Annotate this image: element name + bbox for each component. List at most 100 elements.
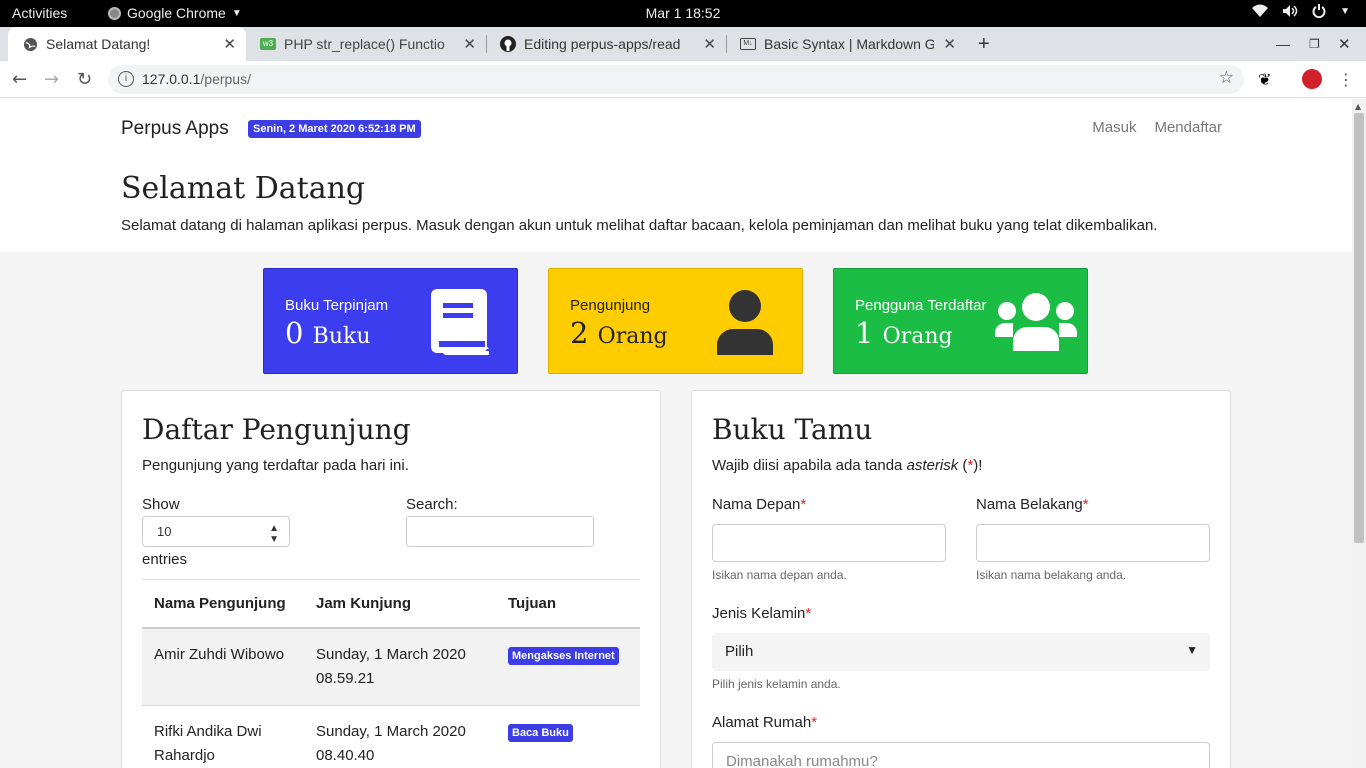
tab-editing-perpus-apps[interactable]: Editing perpus-apps/read ✕	[486, 27, 726, 61]
star-icon[interactable]: ☆	[1219, 68, 1234, 88]
brand[interactable]: Perpus Apps	[121, 118, 229, 140]
last-name-help: Isikan nama belakang anda.	[976, 568, 1127, 582]
github-icon	[500, 36, 516, 52]
last-name-label: Nama Belakang*	[976, 496, 1089, 513]
url-input[interactable]: i 127.0.0.1/perpus/ ☆	[108, 65, 1244, 94]
address-bar-row: ← → ↻ i 127.0.0.1/perpus/ ☆ ❦ ⋮	[0, 61, 1366, 98]
visit-time: 08.40.40	[316, 747, 375, 764]
stat-unit: Orang	[882, 324, 953, 349]
close-icon[interactable]: ✕	[943, 35, 956, 53]
chrome-menu-icon[interactable]: ⋮	[1338, 70, 1354, 89]
nav-links: Masuk Mendaftar	[1092, 119, 1222, 136]
stat-card-visitors: Pengunjung 2 Orang	[548, 268, 803, 374]
scroll-up-icon[interactable]: ▲	[1355, 102, 1361, 111]
visit-date: Sunday, 1 March 2020	[316, 723, 466, 740]
login-link[interactable]: Masuk	[1092, 119, 1136, 136]
first-name-field[interactable]	[712, 524, 946, 562]
guestbook-title: Buku Tamu	[712, 413, 873, 446]
register-link[interactable]: Mendaftar	[1154, 119, 1222, 136]
purpose-badge: Mengakses Internet	[508, 647, 619, 665]
date-badge: Senin, 2 Maret 2020 6:52:18 PM	[248, 120, 421, 138]
purpose-badge: Baca Buku	[508, 724, 573, 742]
table-header: Nama Pengunjung Jam Kunjung Tujuan	[142, 580, 640, 629]
stat-unit: Buku	[312, 324, 371, 349]
first-name-label: Nama Depan*	[712, 496, 807, 513]
visitors-table: Nama Pengunjung Jam Kunjung Tujuan Amir …	[142, 579, 640, 768]
gender-select[interactable]: Pilih ▼	[712, 633, 1210, 671]
close-icon[interactable]: ✕	[463, 35, 476, 53]
markdown-icon: M↓	[740, 36, 756, 52]
guestbook-note: Wajib diisi apabila ada tanda asterisk (…	[712, 457, 983, 474]
globe-icon	[22, 36, 38, 52]
w3-icon: w3	[260, 36, 276, 52]
tab-strip: Selamat Datang! ✕ w3 PHP str_replace() F…	[0, 27, 1366, 61]
visitors-panel: Daftar Pengunjung Pengunjung yang terdaf…	[121, 390, 661, 768]
close-icon[interactable]: ✕	[703, 35, 716, 53]
gender-value: Pilih	[725, 643, 754, 660]
guestbook-panel: Buku Tamu Wajib diisi apabila ada tanda …	[691, 390, 1231, 768]
stat-card-registered: Pengguna Terdaftar 1 Orang	[833, 268, 1088, 374]
stat-value: 2	[570, 316, 589, 350]
info-icon[interactable]: i	[118, 71, 134, 87]
visit-date: Sunday, 1 March 2020	[316, 646, 466, 663]
column-header-name[interactable]: Nama Pengunjung	[142, 595, 304, 612]
tab-basic-syntax-markdown[interactable]: M↓ Basic Syntax | Markdown G ✕	[726, 27, 966, 61]
table-row: Amir Zuhdi Wibowo Sunday, 1 March 2020 08…	[142, 629, 640, 706]
system-tray[interactable]: ▼	[1252, 4, 1350, 18]
page-title: Selamat Datang	[121, 171, 366, 206]
maximize-button[interactable]: ❐	[1309, 27, 1320, 61]
visitors-title: Daftar Pengunjung	[142, 413, 411, 446]
tab-selamat-datang[interactable]: Selamat Datang! ✕	[8, 27, 246, 61]
last-name-field[interactable]	[976, 524, 1210, 562]
visitor-name: Amir Zuhdi Wibowo	[154, 646, 285, 663]
entries-label: entries	[142, 551, 188, 568]
new-tab-button[interactable]: +	[978, 27, 998, 61]
page-viewport: Perpus Apps Senin, 2 Maret 2020 6:52:18 …	[0, 99, 1352, 768]
entries-value: 10	[157, 524, 172, 539]
gender-help: Pilih jenis kelamin anda.	[712, 677, 841, 691]
users-icon	[995, 293, 1077, 351]
window-close-button[interactable]: ✕	[1338, 27, 1351, 61]
tab-label: Basic Syntax | Markdown G	[764, 36, 934, 52]
chevron-down-icon: ▼	[1340, 5, 1350, 17]
extension-icon[interactable]: ❦	[1258, 70, 1271, 89]
back-button[interactable]: ←	[12, 69, 27, 90]
site-navbar: Perpus Apps Senin, 2 Maret 2020 6:52:18 …	[0, 99, 1352, 157]
os-top-bar: Activities Google Chrome ▼ Mar 1 18:52 ▼	[0, 0, 1366, 27]
stat-value: 0	[285, 316, 304, 350]
tab-php-str-replace[interactable]: w3 PHP str_replace() Functio ✕	[246, 27, 486, 61]
user-icon	[717, 290, 773, 355]
clock[interactable]: Mar 1 18:52	[0, 5, 1366, 21]
extension-red-icon[interactable]	[1302, 69, 1322, 89]
forward-button[interactable]: →	[44, 69, 59, 90]
tab-label: PHP str_replace() Functio	[284, 36, 445, 52]
column-header-time[interactable]: Jam Kunjung	[304, 595, 496, 612]
stat-value: 1	[855, 316, 874, 350]
visit-time: 08.59.21	[316, 670, 375, 687]
minimize-button[interactable]: —	[1276, 27, 1290, 61]
volume-icon	[1283, 5, 1298, 17]
stat-card-borrowed: Buku Terpinjam 0 Buku	[263, 268, 518, 374]
visitors-subtitle: Pengunjung yang terdaftar pada hari ini.	[142, 457, 409, 474]
gender-label: Jenis Kelamin*	[712, 605, 812, 622]
url-host: 127.0.0.1	[142, 71, 201, 87]
reload-button[interactable]: ↻	[77, 69, 92, 90]
page-scrollbar[interactable]: ▲	[1352, 99, 1366, 768]
sort-arrows-icon: ▲ ▼	[269, 523, 279, 545]
address-field[interactable]: Dimanakah rumahmu?	[712, 742, 1210, 768]
address-label: Alamat Rumah*	[712, 714, 818, 731]
visitor-name: Rifki Andika Dwi Rahardjo	[154, 723, 262, 764]
book-icon	[431, 289, 489, 355]
stat-unit: Orang	[597, 324, 668, 349]
close-icon[interactable]: ✕	[223, 35, 236, 53]
address-placeholder: Dimanakah rumahmu?	[726, 753, 878, 768]
tab-label: Selamat Datang!	[46, 36, 151, 52]
search-input[interactable]	[406, 516, 594, 547]
column-header-purpose[interactable]: Tujuan	[496, 595, 640, 612]
entries-select[interactable]: 10 ▲ ▼	[142, 516, 290, 547]
power-icon	[1312, 4, 1326, 18]
scrollbar-thumb[interactable]	[1354, 113, 1364, 543]
jumbotron: Selamat Datang Selamat datang di halaman…	[0, 157, 1352, 252]
search-label: Search:	[406, 496, 458, 513]
page-lead: Selamat datang di halaman aplikasi perpu…	[121, 217, 1158, 234]
